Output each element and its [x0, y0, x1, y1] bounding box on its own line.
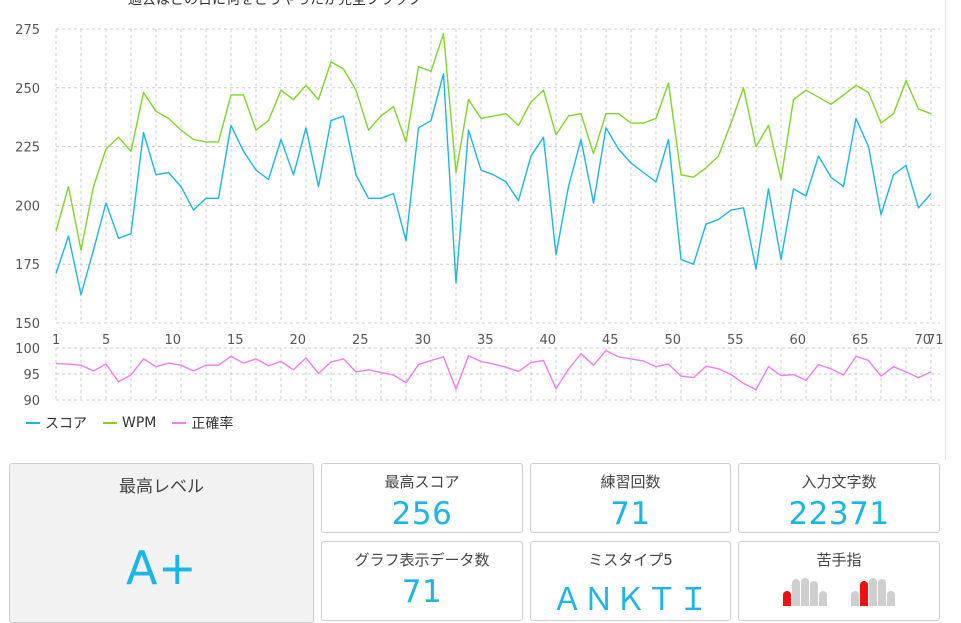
xtick-label: 20 [290, 333, 307, 348]
xtick-label: 35 [477, 333, 494, 348]
xtick-label: 45 [602, 333, 619, 348]
xtick-label: 25 [352, 333, 369, 348]
char-count-label: 入力文字数 [739, 471, 939, 492]
legend-label-score: スコア [45, 413, 87, 433]
card-weak-finger: 苦手指 [738, 541, 940, 621]
finger-icon [819, 591, 827, 606]
xtick-label: 5 [102, 333, 110, 348]
left-hand-icon [783, 578, 827, 606]
finger-icon [878, 579, 886, 606]
upper-ytick-label: 275 [15, 23, 40, 38]
legend-label-accuracy: 正確率 [191, 413, 233, 433]
card-char-count: 入力文字数 22371 [738, 463, 940, 533]
xtick-label: 15 [227, 333, 244, 348]
upper-series-line-0 [56, 74, 931, 295]
legend-swatch-wpm [103, 422, 117, 424]
graph-count-label: グラフ表示データ数 [322, 549, 522, 570]
score-chart: 1501752002252502759095100151015202530354… [0, 0, 961, 410]
xtick-label: 60 [790, 333, 807, 348]
legend-swatch-accuracy [172, 422, 186, 424]
legend-swatch-score [26, 422, 40, 424]
chart-legend: スコア WPM 正確率 [26, 412, 249, 434]
upper-ytick-label: 225 [15, 141, 40, 156]
upper-ytick-label: 200 [15, 199, 40, 214]
legend-item-wpm[interactable]: WPM [103, 415, 156, 431]
legend-label-wpm: WPM [122, 415, 156, 431]
upper-ytick-label: 150 [15, 317, 40, 332]
card-graph-count: グラフ表示データ数 71 [321, 541, 523, 621]
upper-ytick-label: 250 [15, 82, 40, 97]
mistype-label: ミスタイプ5 [531, 549, 730, 570]
card-practice-count: 練習回数 71 [530, 463, 731, 533]
max-level-value: A+ [10, 541, 313, 595]
legend-item-accuracy[interactable]: 正確率 [172, 413, 233, 433]
upper-ytick-label: 175 [15, 258, 40, 273]
card-max-level: 最高レベル A+ [9, 463, 314, 623]
xtick-label: 65 [852, 333, 869, 348]
finger-icon [792, 579, 800, 606]
finger-icon [801, 578, 809, 606]
finger-diagram [739, 578, 939, 606]
finger-icon [810, 581, 818, 606]
practice-count-label: 練習回数 [531, 471, 730, 492]
card-max-score: 最高スコア 256 [321, 463, 523, 533]
weak-finger-label: 苦手指 [739, 549, 939, 570]
right-hand-icon [851, 578, 895, 606]
finger-icon [887, 591, 895, 606]
char-count-value: 22371 [739, 496, 939, 532]
finger-icon [869, 578, 877, 606]
mistype-value: ＡＮＫＴＩ [531, 574, 730, 619]
weak-finger-icon [860, 581, 868, 606]
card-mistype: ミスタイプ5 ＡＮＫＴＩ [530, 541, 731, 621]
xtick-label: 1 [52, 333, 60, 348]
upper-series-line-1 [56, 34, 931, 250]
max-level-label: 最高レベル [10, 472, 313, 497]
max-score-label: 最高スコア [322, 471, 522, 492]
lower-ytick-label: 90 [23, 394, 40, 409]
xtick-label: 40 [540, 333, 557, 348]
xtick-label: 10 [165, 333, 182, 348]
chart-border [945, 0, 946, 460]
legend-item-score[interactable]: スコア [26, 413, 87, 433]
lower-series-line-0 [56, 351, 931, 390]
practice-count-value: 71 [531, 496, 730, 532]
lower-ytick-label: 95 [23, 368, 40, 383]
lower-ytick-label: 100 [15, 342, 40, 357]
finger-icon [851, 591, 859, 606]
xtick-label: 71 [927, 333, 944, 348]
weak-finger-icon [783, 591, 791, 606]
xtick-label: 30 [415, 333, 432, 348]
xtick-label: 50 [665, 333, 682, 348]
max-score-value: 256 [322, 496, 522, 532]
xtick-label: 55 [727, 333, 744, 348]
graph-count-value: 71 [322, 574, 522, 610]
